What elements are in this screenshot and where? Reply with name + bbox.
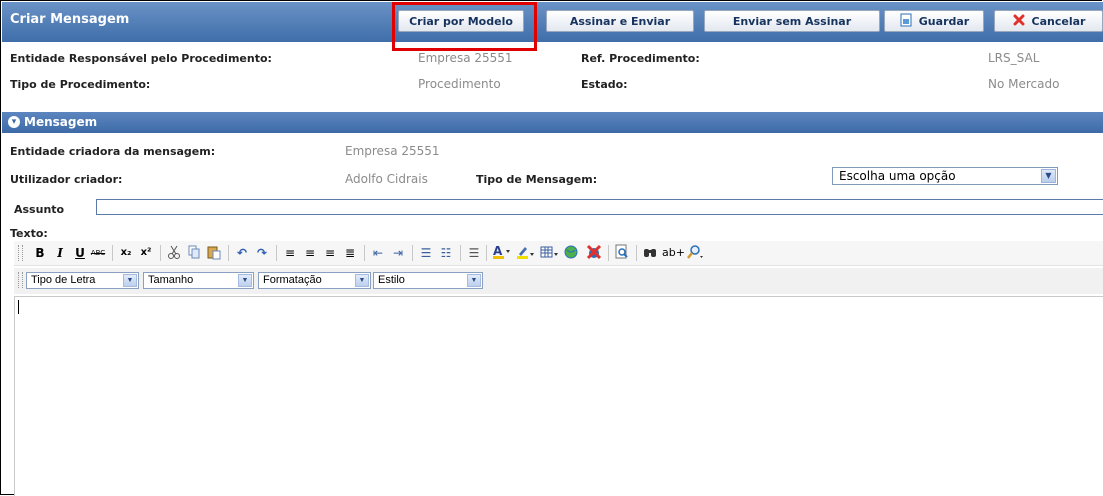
chevron-down-icon[interactable]: ▼ — [123, 274, 137, 287]
toolbar-separator — [364, 245, 365, 261]
replace-button[interactable]: ab+ — [662, 244, 685, 262]
toolbar-separator — [276, 245, 277, 261]
zoom-icon[interactable] — [686, 244, 704, 262]
link-globe-icon[interactable] — [564, 244, 580, 262]
toolbar-separator — [636, 245, 637, 261]
chevron-down-icon[interactable]: ▼ — [355, 274, 369, 287]
bullet-list-icon[interactable]: ☰ — [418, 244, 434, 262]
align-left-icon[interactable]: ≡ — [282, 244, 298, 262]
redo-icon[interactable]: ↷ — [254, 244, 270, 262]
procedure-ref-value: LRS_SAL — [988, 51, 1040, 65]
font-family-label: Tipo de Letra — [31, 274, 96, 286]
copy-icon[interactable] — [186, 244, 202, 262]
superscript-button[interactable]: x² — [138, 244, 154, 262]
toolbar-separator — [228, 245, 229, 261]
indent-icon[interactable]: ⇥ — [390, 244, 406, 262]
strikethrough-button[interactable]: ABC — [90, 244, 106, 262]
align-center-icon[interactable]: ≡ — [302, 244, 318, 262]
horizontal-rule-icon[interactable]: ☰ — [466, 244, 482, 262]
chevron-down-icon[interactable]: ▼ — [467, 274, 481, 287]
font-size-label: Tamanho — [148, 274, 194, 286]
cut-icon[interactable] — [166, 244, 182, 262]
subscript-button[interactable]: x₂ — [118, 244, 134, 262]
sign-and-send-button[interactable]: Assinar e Enviar — [546, 10, 694, 32]
italic-button[interactable]: I — [52, 244, 68, 262]
page-title: Criar Mensagem — [10, 12, 130, 27]
highlight-color-icon[interactable] — [516, 244, 536, 262]
procedure-type-value: Procedimento — [418, 77, 501, 91]
font-color-icon[interactable]: A — [492, 244, 512, 262]
align-justify-icon[interactable]: ≣ — [342, 244, 358, 262]
collapse-chevron-icon[interactable]: ▾ — [8, 116, 20, 128]
message-section-header[interactable]: ▾ Mensagem — [2, 112, 1103, 133]
find-binoculars-icon[interactable] — [642, 244, 658, 262]
save-button[interactable]: Guardar — [884, 10, 984, 32]
entity-label: Entidade Responsável pelo Procedimento: — [10, 52, 272, 65]
creator-entity-value: Empresa 25551 — [345, 144, 440, 158]
toolbar-separator — [160, 245, 161, 261]
sign-and-send-label: Assinar e Enviar — [569, 14, 671, 28]
text-editor-area[interactable] — [14, 296, 1103, 496]
message-type-value: Escolha uma opção — [839, 169, 956, 183]
chevron-down-icon[interactable]: ▼ — [238, 274, 252, 287]
cancel-label: Cancelar — [1031, 14, 1086, 28]
cancel-button[interactable]: Cancelar — [994, 10, 1103, 32]
align-right-icon[interactable]: ≡ — [322, 244, 338, 262]
svg-text:A: A — [493, 244, 503, 258]
text-label: Texto: — [10, 227, 48, 240]
toolbar-separator — [460, 245, 461, 261]
save-document-icon — [899, 13, 913, 30]
procedure-ref-label: Ref. Procedimento: — [581, 52, 700, 65]
close-icon — [1012, 13, 1026, 30]
remove-link-icon[interactable] — [586, 244, 602, 262]
bold-button[interactable]: B — [32, 244, 48, 262]
underline-button[interactable]: U — [72, 244, 88, 262]
toolbar-grip[interactable] — [18, 272, 23, 288]
entity-value: Empresa 25551 — [418, 51, 513, 65]
style-label: Estilo — [378, 274, 405, 286]
format-dropdown[interactable]: Formatação ▼ — [258, 272, 371, 289]
dropdown-arrow-icon[interactable]: ▼ — [1041, 169, 1056, 183]
save-label: Guardar — [918, 14, 970, 28]
send-unsigned-label: Enviar sem Assinar — [732, 14, 852, 28]
format-label: Formatação — [263, 274, 322, 286]
highlight-box — [392, 2, 537, 51]
creator-user-label: Utilizador criador: — [10, 173, 123, 186]
state-value: No Mercado — [988, 77, 1060, 91]
editor-toolbar: B I U ABC x₂ x² ↶ ↷ ≡ ≡ ≡ ≣ ⇤ ⇥ ☰ ☷ ☰ A — [14, 241, 1103, 266]
procedure-type-label: Tipo de Procedimento: — [10, 78, 151, 91]
toolbar-separator — [486, 245, 487, 261]
text-caret — [18, 300, 19, 314]
toolbar-grip[interactable] — [18, 245, 23, 261]
style-dropdown[interactable]: Estilo ▼ — [373, 272, 483, 289]
table-icon[interactable] — [540, 244, 560, 262]
paste-icon[interactable] — [206, 244, 222, 262]
subject-input[interactable] — [96, 199, 1103, 215]
section-title: Mensagem — [24, 115, 98, 129]
state-label: Estado: — [581, 78, 628, 91]
creator-user-value: Adolfo Cidrais — [345, 172, 428, 186]
preview-icon[interactable] — [614, 244, 630, 262]
numbered-list-icon[interactable]: ☷ — [438, 244, 454, 262]
creator-entity-label: Entidade criadora da mensagem: — [10, 145, 216, 158]
message-type-select[interactable]: Escolha uma opção ▼ — [832, 167, 1058, 185]
message-type-label: Tipo de Mensagem: — [476, 173, 598, 186]
font-size-dropdown[interactable]: Tamanho ▼ — [143, 272, 254, 289]
send-unsigned-button[interactable]: Enviar sem Assinar — [704, 10, 880, 32]
editor-format-toolbar: Tipo de Letra ▼ Tamanho ▼ Formatação ▼ E… — [14, 268, 1103, 294]
toolbar-separator — [112, 245, 113, 261]
subject-label: Assunto — [14, 203, 65, 216]
toolbar-separator — [412, 245, 413, 261]
outdent-icon[interactable]: ⇤ — [370, 244, 386, 262]
toolbar-separator — [608, 245, 609, 261]
undo-icon[interactable]: ↶ — [234, 244, 250, 262]
font-family-dropdown[interactable]: Tipo de Letra ▼ — [26, 272, 139, 289]
